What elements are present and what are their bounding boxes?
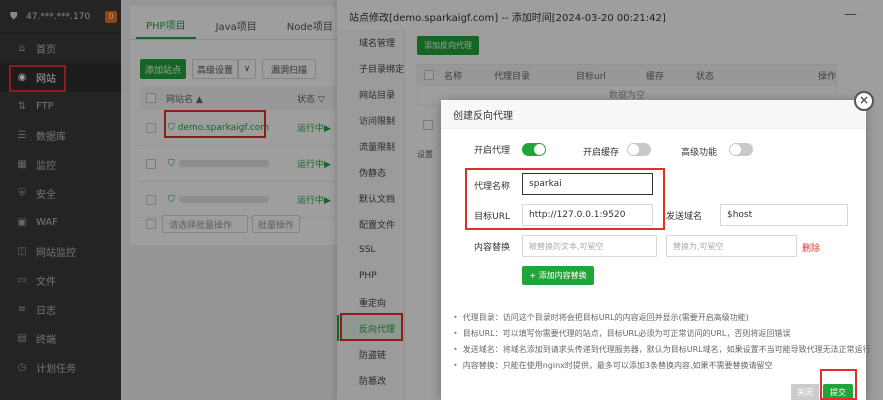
toggle-knob: [628, 144, 639, 155]
replace-target-input[interactable]: 替换为,可留空: [666, 235, 797, 257]
enable-proxy-toggle[interactable]: [522, 143, 546, 156]
enable-cache-toggle[interactable]: [627, 143, 651, 156]
toggle-knob: [730, 144, 741, 155]
replace-source-input[interactable]: 被替换的文本,可留空: [522, 235, 657, 257]
enable-proxy-label: 开启代理: [473, 146, 510, 156]
note-content-replace: 内容替换：只能在使用nginx时提供，最多可以添加3条替换内容,如果不需要替换请…: [453, 358, 863, 374]
content-replace-label: 内容替换: [473, 243, 510, 253]
note-proxy-dir: 代理目录：访问这个目录时将会把目标URL的内容返回并显示(需要开启高级功能): [453, 310, 863, 326]
modal-title: 创建反向代理: [441, 100, 866, 129]
highlight-box-fields: [465, 168, 665, 230]
advanced-toggle[interactable]: [729, 143, 753, 156]
close-button[interactable]: 关闭: [791, 384, 819, 400]
add-replace-button[interactable]: + 添加内容替换: [522, 266, 594, 285]
enable-cache-label: 开启缓存: [582, 148, 619, 158]
note-send-domain: 发送域名：将域名添加到请求头传递到代理服务器，默认为目标URL域名，如果设置不当…: [453, 342, 871, 358]
advanced-label: 高级功能: [680, 148, 717, 158]
note-target-url: 目标URL：可以填写你需要代理的站点，目标URL必须为可正常访问的URL，否则将…: [453, 326, 863, 342]
toggle-knob: [534, 144, 545, 155]
close-icon[interactable]: ×: [854, 91, 874, 111]
highlight-box-submit: [820, 369, 857, 400]
send-domain-input[interactable]: $host: [720, 204, 848, 226]
help-notes: 代理目录：访问这个目录时将会把目标URL的内容返回并显示(需要开启高级功能) 目…: [453, 310, 871, 374]
delete-replace-link[interactable]: 删除: [802, 241, 820, 254]
